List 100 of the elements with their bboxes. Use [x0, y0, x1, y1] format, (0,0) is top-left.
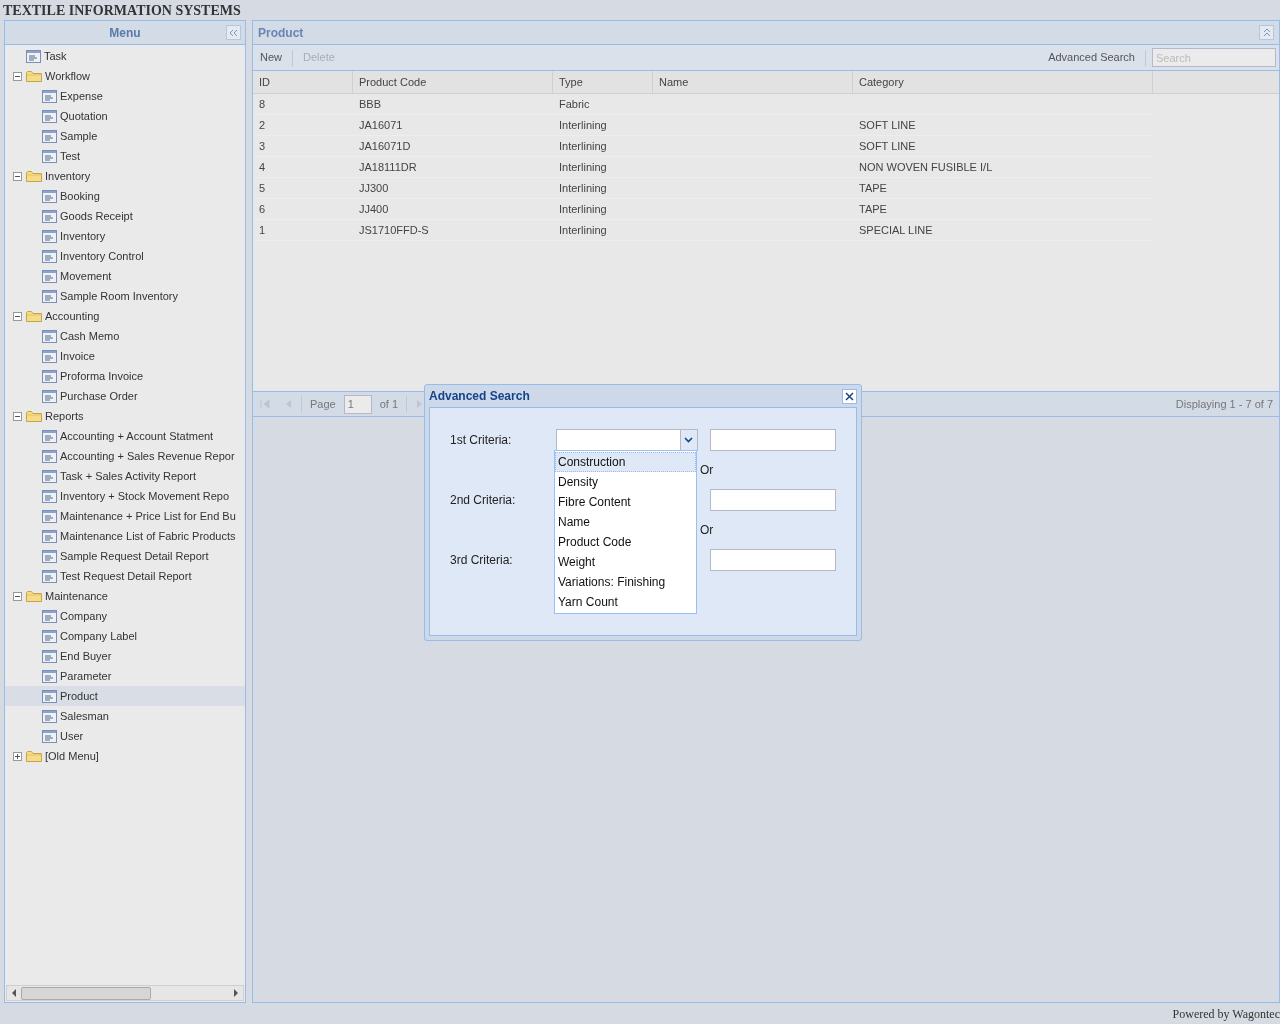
column-header[interactable]: Name [659, 73, 689, 91]
dropdown-option[interactable]: Yarn Count [555, 592, 696, 612]
form-icon [42, 369, 57, 383]
tree-item[interactable]: Parameter [5, 666, 245, 686]
dropdown-option[interactable]: Name [555, 512, 696, 532]
tree-item[interactable]: Company Label [5, 626, 245, 646]
tree-item[interactable]: Booking [5, 186, 245, 206]
toolbar-button[interactable]: New [256, 49, 286, 66]
tree-item[interactable]: Maintenance + Price List for End Bu [5, 506, 245, 526]
tree-item[interactable]: Proforma Invoice [5, 366, 245, 386]
tree-item[interactable]: Cash Memo [5, 326, 245, 346]
column-header[interactable]: Product Code [359, 73, 427, 91]
column-header[interactable]: Category [859, 73, 904, 91]
folder-icon [26, 309, 42, 323]
tree-item[interactable]: Maintenance List of Fabric Products [5, 526, 245, 546]
tree-item[interactable]: [Old Menu] [5, 746, 245, 766]
table-cell-text: Interlining [559, 138, 607, 154]
form-icon [42, 209, 57, 223]
tree-item[interactable]: Workflow [5, 66, 245, 86]
tree-item[interactable]: Product [5, 686, 245, 706]
form-icon [42, 229, 57, 243]
table-cell-text: Interlining [559, 180, 607, 196]
tree-item[interactable]: Reports [5, 406, 245, 426]
tree-item[interactable]: Quotation [5, 106, 245, 126]
form-icon [42, 509, 57, 523]
form-icon [42, 429, 57, 443]
table-cell-text: 3 [259, 138, 266, 154]
folder-icon [26, 589, 42, 603]
table-cell-text: Fabric [559, 96, 590, 112]
tree-item[interactable]: Test Request Detail Report [5, 566, 245, 586]
dropdown-option[interactable]: Construction [555, 452, 696, 472]
horizontal-scrollbar[interactable] [6, 985, 244, 1001]
tree-item[interactable]: Inventory [5, 166, 245, 186]
tree-item[interactable]: Task + Sales Activity Report [5, 466, 245, 486]
tree-item[interactable]: Task [5, 46, 245, 66]
criteria-value-field[interactable] [710, 549, 836, 571]
tree-item[interactable]: Purchase Order [5, 386, 245, 406]
form-icon [42, 569, 57, 583]
plus-box-icon[interactable] [13, 751, 22, 761]
tree-item[interactable]: Test [5, 146, 245, 166]
column-header[interactable]: ID [259, 73, 270, 91]
form-icon [42, 469, 57, 483]
tree-item[interactable]: Inventory [5, 226, 245, 246]
minus-box-icon[interactable] [13, 171, 22, 181]
form-icon [42, 89, 57, 103]
criteria-value-field[interactable] [710, 429, 836, 451]
form-icon [42, 109, 57, 123]
tree-item[interactable]: Sample [5, 126, 245, 146]
criteria-value-field[interactable] [710, 489, 836, 511]
form-icon [42, 129, 57, 143]
tree-item[interactable]: Maintenance [5, 586, 245, 606]
form-icon [42, 729, 57, 743]
tree-item[interactable]: User [5, 726, 245, 746]
form-icon [42, 609, 57, 623]
column-header[interactable]: Type [559, 73, 583, 91]
dropdown-option[interactable]: Weight [555, 552, 696, 572]
form-icon [42, 709, 57, 723]
form-icon [42, 489, 57, 503]
dropdown-option[interactable]: Fibre Content [555, 492, 696, 512]
table-cell-text: TAPE [859, 201, 887, 217]
page-field[interactable]: 1 [343, 394, 372, 414]
tree-item[interactable]: Inventory + Stock Movement Repo [5, 486, 245, 506]
criteria-label: 2nd Criteria: [450, 492, 517, 509]
folder-icon [26, 749, 42, 763]
tree-item[interactable]: Sample Room Inventory [5, 286, 245, 306]
tree-item[interactable]: Accounting + Sales Revenue Repor [5, 446, 245, 466]
form-icon [42, 669, 57, 683]
tree-item[interactable]: Company [5, 606, 245, 626]
tree-item[interactable]: End Buyer [5, 646, 245, 666]
folder-icon [26, 69, 42, 83]
minus-box-icon[interactable] [13, 71, 22, 81]
minus-box-icon[interactable] [13, 411, 22, 421]
form-icon [42, 349, 57, 363]
table-cell-text: JA16071D [359, 138, 411, 154]
tree-item[interactable]: Goods Receipt [5, 206, 245, 226]
table-cell-text: JA16071 [359, 117, 403, 133]
tree-item[interactable]: Movement [5, 266, 245, 286]
tree-item[interactable]: Sample Request Detail Report [5, 546, 245, 566]
tree-item[interactable]: Expense [5, 86, 245, 106]
page-count: of 1 [379, 396, 399, 412]
tree-item[interactable]: Accounting [5, 306, 245, 326]
dropdown-option[interactable]: Density [555, 472, 696, 492]
tree-item[interactable]: Accounting + Account Statment [5, 426, 245, 446]
tree-item[interactable]: Invoice [5, 346, 245, 366]
minus-box-icon[interactable] [13, 311, 22, 321]
tree-item[interactable]: Salesman [5, 706, 245, 726]
tree-item[interactable]: Inventory Control [5, 246, 245, 266]
panel-title: Product [258, 24, 304, 42]
collapse-button[interactable] [1259, 25, 1274, 40]
minus-box-icon[interactable] [13, 591, 22, 601]
close-icon [845, 391, 854, 401]
close-button[interactable] [842, 388, 857, 404]
collapse-button[interactable] [226, 25, 241, 40]
dropdown-option[interactable]: Product Code [555, 532, 696, 552]
or-label: Or [700, 462, 714, 479]
table-cell-text: TAPE [859, 180, 887, 196]
table-cell-text: NON WOVEN FUSIBLE I/L [859, 159, 993, 175]
advanced-search-button[interactable]: Advanced Search [1044, 49, 1139, 66]
criteria-label: 1st Criteria: [450, 432, 513, 449]
dropdown-option[interactable]: Variations: Finishing [555, 572, 696, 592]
